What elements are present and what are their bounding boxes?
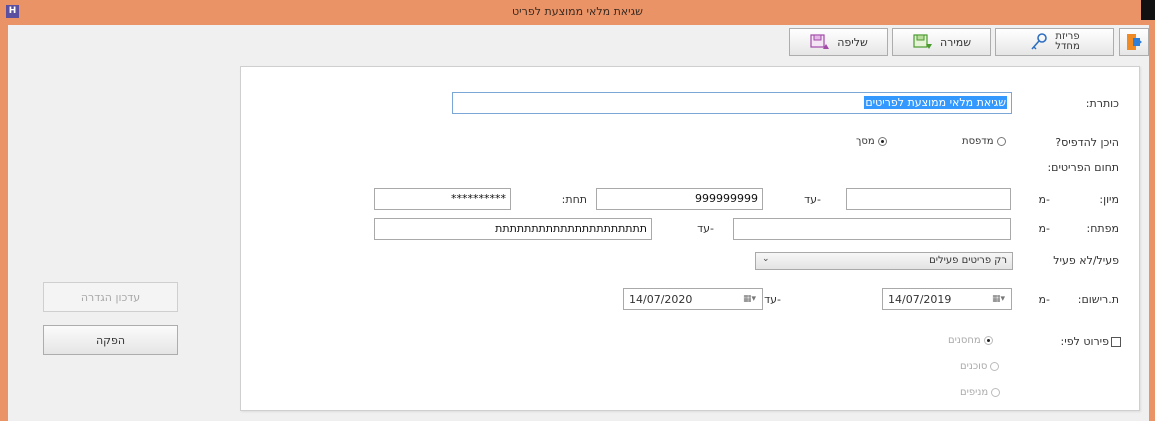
recall-icon <box>810 34 830 49</box>
radio-dot-selected <box>877 137 887 146</box>
breakdown-warehouses-radio[interactable]: מחסנים <box>948 335 993 346</box>
produce-button[interactable]: הפקה <box>43 325 178 355</box>
exit-button[interactable] <box>1119 28 1149 56</box>
breakdown-checkbox[interactable]: פירוט לפי: <box>1061 335 1121 348</box>
breakdown-branches-radio[interactable]: מניפים <box>960 387 1001 398</box>
sort-to-input[interactable]: 999999999 <box>596 188 763 210</box>
radio-dot <box>991 388 1001 397</box>
save-icon <box>913 34 932 49</box>
print-to-label: היכן להדפיס? <box>1055 136 1119 149</box>
reg-date-to-input[interactable]: 14/07/2020 ▦▾ <box>623 288 763 310</box>
window-title: שגיאת מלאי ממוצעת לפריט <box>512 5 643 18</box>
window-frame-left <box>0 25 8 421</box>
sort-to-label: -עד <box>804 193 821 206</box>
active-label: פעיל/לא פעיל <box>1053 254 1119 267</box>
sort-mask-input[interactable]: ********** <box>374 188 511 210</box>
key-to-input[interactable]: תתתתתתתתתתתתתתתתתתתתת <box>374 218 652 240</box>
key-icon <box>1031 33 1048 50</box>
reg-date-from-label: -מ <box>1038 293 1050 306</box>
radio-dot-selected <box>983 336 993 345</box>
reg-date-label: ת.רישום: <box>1077 293 1119 306</box>
corner-mark <box>1141 0 1155 20</box>
breakdown-agents-radio[interactable]: סוכנים <box>960 361 1000 372</box>
key-label: מפתח: <box>1086 222 1119 235</box>
calendar-icon: ▦▾ <box>742 294 756 304</box>
window-frame-right <box>1149 25 1155 421</box>
key-from-input[interactable] <box>733 218 1011 240</box>
sort-from-input[interactable] <box>846 188 1011 210</box>
title-label: כותרת: <box>1085 97 1119 110</box>
reg-date-from-input[interactable]: 14/07/2019 ▦▾ <box>882 288 1012 310</box>
print-to-printer-radio[interactable]: מדפסת <box>962 136 1006 147</box>
radio-dot <box>990 362 1000 371</box>
range-section-label: תחום הפריטים: <box>1047 161 1119 174</box>
sort-label: מיון: <box>1099 193 1119 206</box>
exit-door-icon <box>1127 34 1142 50</box>
calendar-icon: ▦▾ <box>991 294 1005 304</box>
recall-button[interactable]: שליפה <box>789 28 888 56</box>
radio-dot <box>996 137 1006 146</box>
sort-mask-label: תחת: <box>561 193 587 206</box>
checkbox-box <box>1111 336 1121 347</box>
update-definition-button[interactable]: עדכון הגדרה <box>43 282 178 312</box>
recall-label: שליפה <box>837 35 868 49</box>
title-input-value: שגיאת מלאי ממוצעת לפריטים <box>864 96 1007 109</box>
title-input[interactable]: שגיאת מלאי ממוצעת לפריטים <box>452 92 1012 114</box>
quick-exit-label: פריזת מחדל <box>1055 31 1080 52</box>
active-select-value: רק פריטים פעילים <box>929 255 1007 266</box>
reg-date-to-label: -עד <box>764 293 781 306</box>
title-bar: H שגיאת מלאי ממוצעת לפריט <box>0 0 1155 25</box>
report-form-panel: כותרת: שגיאת מלאי ממוצעת לפריטים היכן לה… <box>240 66 1140 411</box>
save-button[interactable]: שמירה <box>892 28 991 56</box>
print-to-screen-radio[interactable]: מסך <box>856 136 887 147</box>
save-label: שמירה <box>939 35 972 49</box>
chevron-down-icon: ⌄ <box>762 254 770 264</box>
key-from-label: -מ <box>1038 222 1050 235</box>
sort-from-label: -מ <box>1038 193 1050 206</box>
key-to-label: -עד <box>697 222 714 235</box>
quick-exit-button[interactable]: פריזת מחדל <box>995 28 1114 56</box>
active-select[interactable]: רק פריטים פעילים ⌄ <box>755 252 1013 270</box>
